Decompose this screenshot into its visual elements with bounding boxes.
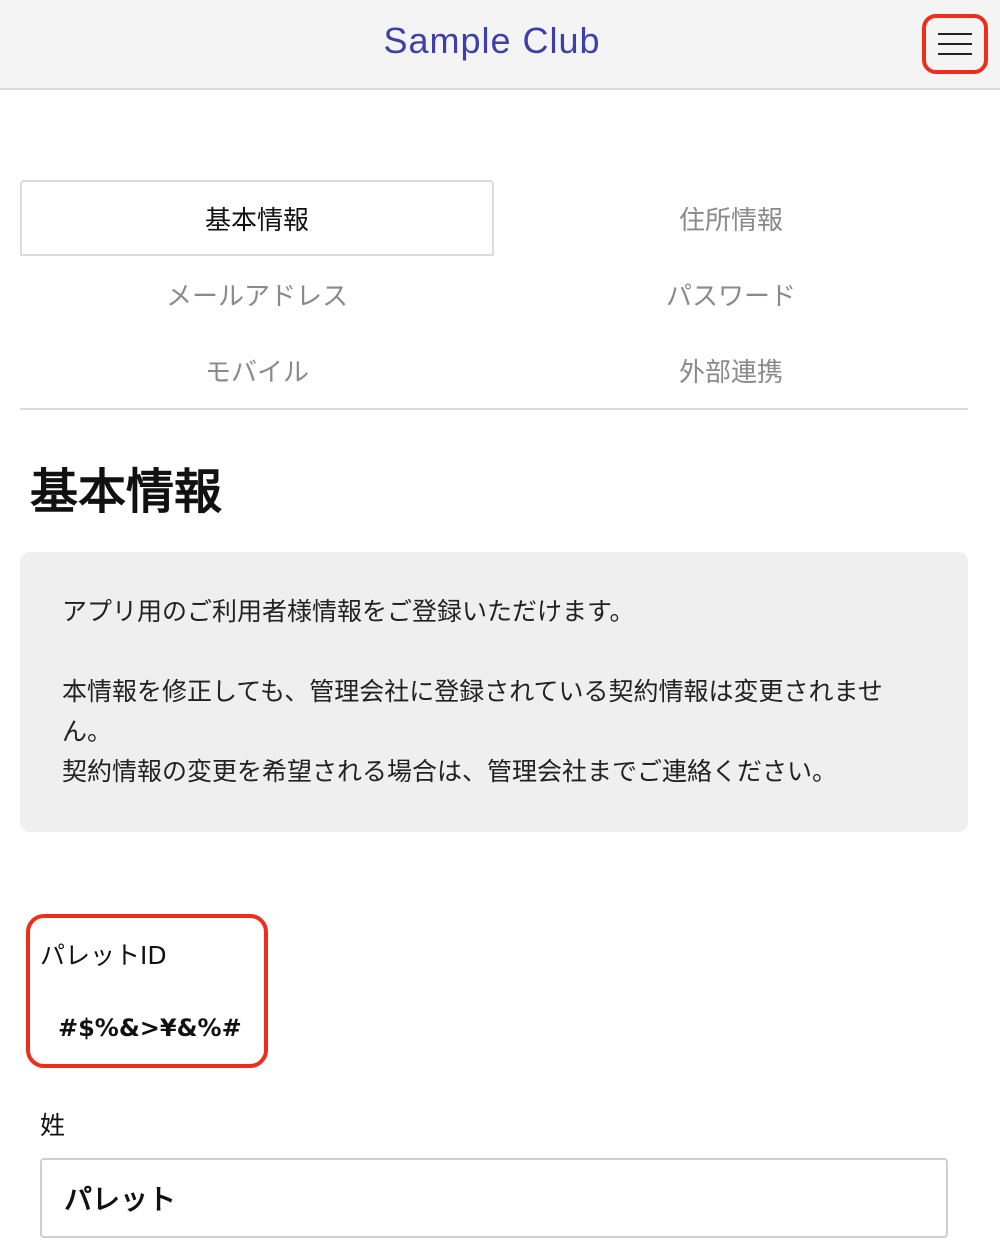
last-name-input[interactable] [40, 1158, 948, 1238]
info-notice: アプリ用のご利用者様情報をご登録いただけます。 本情報を修正しても、管理会社に登… [20, 552, 968, 832]
app-header: Sample Club [0, 0, 1000, 90]
tab-mobile[interactable]: モバイル [20, 332, 494, 408]
tab-email-address[interactable]: メールアドレス [20, 256, 494, 332]
info-text-3: 契約情報の変更を希望される場合は、管理会社までご連絡ください。 [62, 757, 838, 786]
page-title: 基本情報 [30, 464, 223, 520]
menu-button[interactable] [922, 14, 988, 74]
last-name-label: 姓 [40, 1111, 66, 1140]
palette-id-label: パレットID [40, 941, 167, 970]
info-text-1: アプリ用のご利用者様情報をご登録いただけます。 [62, 597, 635, 626]
app-title: Sample Club [383, 20, 601, 61]
tab-basic-info[interactable]: 基本情報 [20, 180, 494, 256]
tab-external-link[interactable]: 外部連携 [494, 332, 968, 408]
tab-bar: 基本情報 住所情報 メールアドレス パスワード モバイル 外部連携 [20, 180, 968, 410]
hamburger-icon [938, 32, 972, 56]
info-text-2: 本情報を修正しても、管理会社に登録されている契約情報は変更されません。 [62, 677, 883, 746]
tab-password[interactable]: パスワード [494, 256, 968, 332]
tab-address-info[interactable]: 住所情報 [494, 180, 968, 256]
palette-id-value: #$%&>¥&%# [58, 1014, 242, 1042]
